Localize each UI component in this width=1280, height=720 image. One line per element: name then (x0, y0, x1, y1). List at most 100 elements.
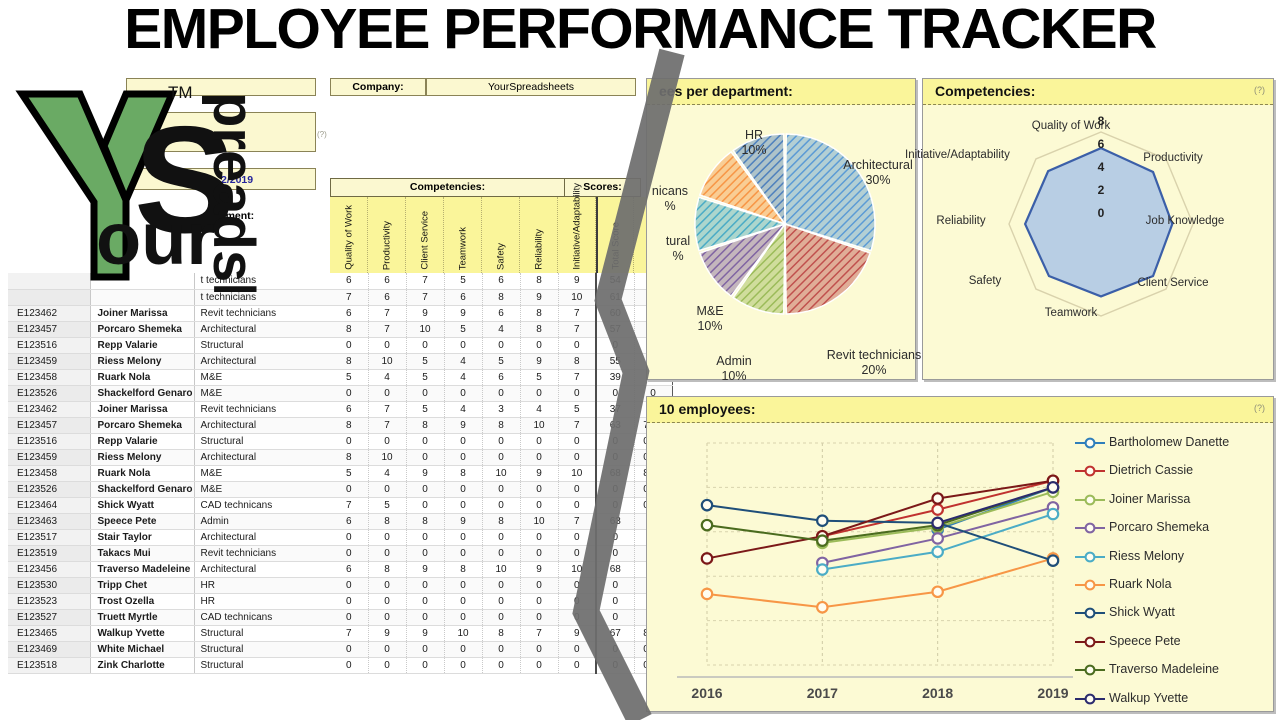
cell-total: 0 (595, 657, 635, 674)
table-row[interactable]: E123458 Ruark Nola M&E (8, 369, 333, 386)
legend-label[interactable]: Traverso Madeleine (1109, 662, 1219, 676)
radar-help-icon[interactable]: (?) (1254, 85, 1265, 95)
table-row[interactable]: E123465 Walkup Yvette Structural (8, 625, 333, 642)
score-row[interactable]: 6754345374.6 (330, 401, 673, 418)
line-panel: 10 employees: (?) 2016 2017 2018 2019 Barth… (646, 396, 1274, 712)
score-row[interactable]: 8 10 5 4 5 9 8 55 (330, 353, 673, 370)
cell-total: 67 (595, 625, 635, 642)
legend-label[interactable]: Bartholomew Danette (1109, 435, 1229, 449)
score-row[interactable]: 8100000000.00 (330, 449, 673, 466)
score-row[interactable]: 000000000 (330, 385, 673, 402)
employee-table[interactable]: t technicians t technicians E123462 Joiner … (8, 273, 333, 674)
table-row[interactable]: E123462 Joiner Marissa Revit technicians (8, 305, 333, 322)
cell-dp: HR (194, 593, 333, 610)
cell-score: 7 (558, 305, 597, 322)
cell-id: E123516 (8, 433, 90, 450)
line-data-point (816, 600, 829, 614)
score-row[interactable]: 79910879678.38 (330, 625, 673, 642)
score-row[interactable]: 5 4 5 4 6 5 7 39 (330, 369, 673, 386)
legend-label[interactable]: Speece Pete (1109, 634, 1181, 648)
legend-label[interactable]: Joiner Marissa (1109, 492, 1190, 506)
score-row[interactable]: 000000000.00 (330, 481, 673, 498)
cell-score: 0 (520, 449, 559, 466)
cell-dp: Architectural (194, 417, 333, 434)
score-row[interactable]: 000000000.00 (330, 433, 673, 450)
table-row[interactable]: E123457 Porcaro Shemeka Architectural (8, 321, 333, 338)
cell-score: 0 (330, 545, 369, 562)
cell-dp: M&E (194, 465, 333, 482)
table-row[interactable]: E123530 Tripp Chet HR (8, 577, 333, 594)
line-help-icon[interactable]: (?) (1254, 403, 1265, 413)
score-row[interactable]: 00000000 (330, 337, 673, 354)
score-row[interactable]: 549810910688.50 (330, 465, 673, 482)
legend-label[interactable]: Shick Wyatt (1109, 605, 1175, 619)
cell-total: 0 (595, 385, 635, 402)
table-row[interactable]: E123458 Ruark Nola M&E (8, 465, 333, 482)
score-row[interactable]: 00000000 (330, 529, 673, 546)
legend-label[interactable]: Dietrich Cassie (1109, 463, 1193, 477)
cell-score: 7 (558, 417, 597, 434)
score-row[interactable]: 6 7 9 9 6 8 7 60 (330, 305, 673, 322)
legend-label[interactable]: Ruark Nola (1109, 577, 1172, 591)
cell-id: E123458 (8, 369, 90, 386)
x-tick-label: 2017 (806, 685, 838, 701)
table-row[interactable]: E123526 Shackelford Genaro M&E (8, 481, 333, 498)
legend-marker (1075, 579, 1105, 591)
cell-id: E123530 (8, 577, 90, 594)
cell-nm: Truett Myrtle (89, 609, 195, 626)
cell-score: 5 (406, 353, 445, 370)
cell-score: 0 (368, 641, 407, 658)
cell-dp: Structural (194, 337, 333, 354)
table-row[interactable]: E123464 Shick Wyatt CAD technicans (8, 497, 333, 514)
cell-score: 0 (520, 641, 559, 658)
score-row[interactable]: 68898107637. (330, 513, 673, 530)
score-row[interactable]: 7 6 7 6 8 9 10 61 (330, 289, 673, 306)
table-row[interactable]: E123457 Porcaro Shemeka Architectural (8, 417, 333, 434)
table-row[interactable]: E123518 Zink Charlotte Structural (8, 657, 333, 674)
score-row[interactable]: 6 8 9 8 10 9 10 68 (330, 561, 673, 578)
score-table[interactable]: 6 6 7 5 6 8 9 54 7 6 7 6 8 9 10 61 6 7 9 9 6 8 7 60 8 7 10 5 4 8 7 57 0 0… (330, 273, 673, 674)
table-row[interactable]: E123463 Speece Pete Admin (8, 513, 333, 530)
show-all-help-icon[interactable]: (?) (317, 130, 327, 139)
cell-score: 9 (406, 465, 445, 482)
table-row[interactable]: E123517 Stair Taylor Architectural (8, 529, 333, 546)
table-row[interactable]: E123462 Joiner Marissa Revit technicians (8, 401, 333, 418)
score-row[interactable]: 000000000.00 (330, 657, 673, 674)
score-row[interactable]: 000000000.00 (330, 641, 673, 658)
table-row[interactable]: E123519 Takacs Mui Revit technicians (8, 545, 333, 562)
table-row[interactable]: E123516 Repp Valarie Structural (8, 337, 333, 354)
score-row[interactable]: 8 7 10 5 4 8 7 57 (330, 321, 673, 338)
score-row[interactable]: 00000000 (330, 577, 673, 594)
table-row[interactable]: E123469 White Michael Structural (8, 641, 333, 658)
score-row[interactable]: 00000000 (330, 545, 673, 562)
cell-score: 0 (520, 385, 559, 402)
cell-nm: Speece Pete (89, 513, 195, 530)
radar-tick-label: 8 (1097, 114, 1105, 128)
cell-score: 5 (520, 369, 559, 386)
table-row[interactable]: E123527 Truett Myrtle CAD technicans (8, 609, 333, 626)
cell-score: 0 (558, 497, 597, 514)
table-row[interactable]: E123526 Shackelford Genaro M&E (8, 385, 333, 402)
table-row[interactable]: E123459 Riess Melony Architectural (8, 353, 333, 370)
table-row[interactable]: E123456 Traverso Madeleine Architectural (8, 561, 333, 578)
pie-label: nicans% (651, 184, 689, 213)
cell-score: 7 (406, 289, 445, 306)
legend-label[interactable]: Walkup Yvette (1109, 691, 1188, 705)
company-value[interactable]: YourSpreadsheets (426, 78, 636, 96)
score-row[interactable]: 6 6 7 5 6 8 9 54 (330, 273, 673, 290)
pie-label: Architectural 30% (843, 158, 913, 187)
score-row[interactable]: 87898107637.88 (330, 417, 673, 434)
score-row[interactable]: 750000000.00 (330, 497, 673, 514)
table-row[interactable]: E123459 Riess Melony Architectural (8, 449, 333, 466)
table-row[interactable]: E123523 Trost Ozella HR (8, 593, 333, 610)
legend-label[interactable]: Porcaro Shemeka (1109, 520, 1209, 534)
score-row[interactable]: 00000000 (330, 593, 673, 610)
cell-score: 4 (520, 401, 559, 418)
table-row[interactable]: E123516 Repp Valarie Structural (8, 433, 333, 450)
legend-label[interactable]: Riess Melony (1109, 549, 1184, 563)
cell-score: 0 (520, 529, 559, 546)
score-row[interactable]: 000000000. (330, 609, 673, 626)
cell-score: 0 (330, 337, 369, 354)
cell-score: 8 (444, 561, 483, 578)
cell-score: 0 (558, 337, 597, 354)
